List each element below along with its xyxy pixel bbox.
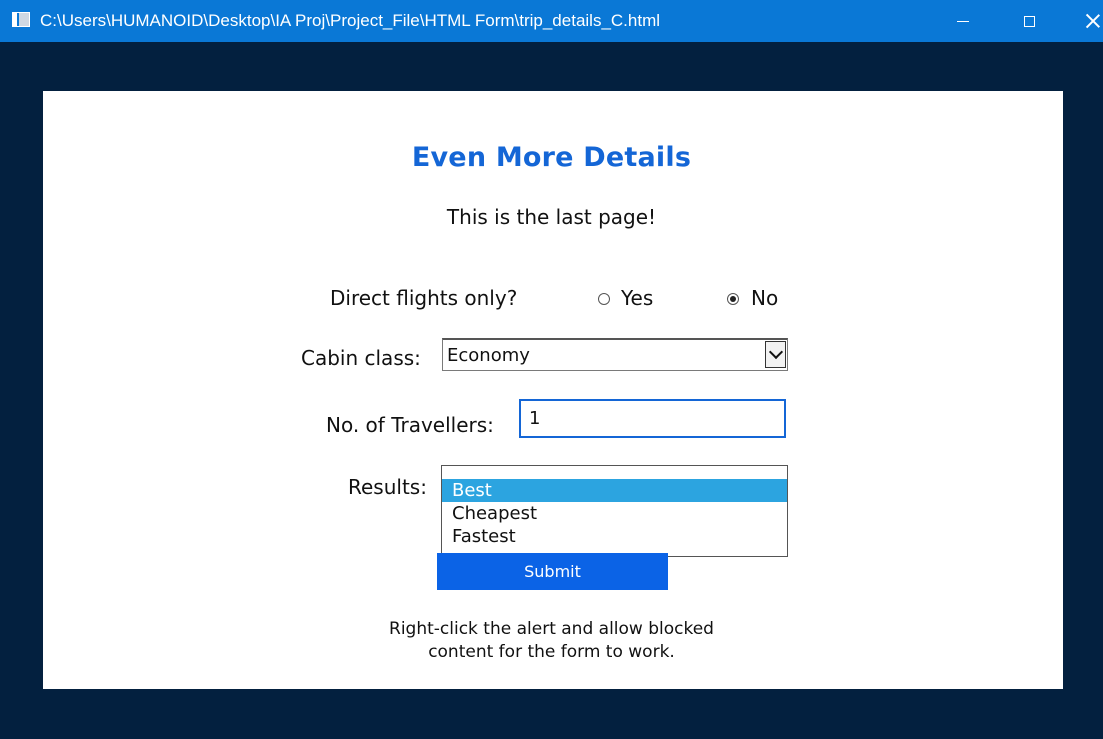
results-option-cheapest[interactable]: Cheapest [442, 502, 787, 525]
form-panel [43, 91, 1063, 689]
window-title: C:\Users\HUMANOID\Desktop\IA Proj\Projec… [40, 11, 661, 30]
travellers-label: No. of Travellers: [326, 413, 494, 437]
instructions-line-2: content for the form to work. [428, 642, 675, 662]
direct-flights-yes-radio[interactable] [598, 293, 610, 305]
chevron-down-icon [768, 344, 783, 360]
maximize-button[interactable] [1006, 0, 1052, 42]
cabin-class-value: Economy [447, 345, 530, 366]
results-option-fastest[interactable]: Fastest [442, 525, 787, 548]
cabin-class-label: Cabin class: [301, 346, 421, 370]
travellers-input[interactable] [519, 399, 786, 438]
direct-flights-no-label[interactable]: No [751, 286, 778, 310]
dropdown-button[interactable] [765, 341, 786, 368]
results-label: Results: [348, 475, 427, 499]
direct-flights-yes-label[interactable]: Yes [621, 286, 653, 310]
page-subtitle: This is the last page! [446, 205, 657, 229]
app-window-icon [12, 12, 30, 27]
window-titlebar: C:\Users\HUMANOID\Desktop\IA Proj\Projec… [0, 0, 1103, 42]
minimize-icon [957, 20, 969, 22]
maximize-icon [1023, 15, 1035, 27]
submit-button[interactable]: Submit [437, 553, 668, 590]
direct-flights-label: Direct flights only? [330, 286, 518, 310]
direct-flights-no-radio[interactable] [727, 293, 739, 305]
results-listbox[interactable]: Best Cheapest Fastest [441, 465, 788, 557]
instructions-line-1: Right-click the alert and allow blocked [389, 619, 714, 639]
instructions-note: Right-click the alert and allow blocked … [0, 618, 1103, 664]
cabin-class-select[interactable]: Economy [442, 338, 788, 371]
close-icon [1086, 14, 1100, 28]
results-option-best[interactable]: Best [442, 479, 787, 502]
minimize-button[interactable] [940, 0, 986, 42]
close-button[interactable] [1070, 0, 1103, 42]
page-title: Even More Details [411, 142, 692, 173]
